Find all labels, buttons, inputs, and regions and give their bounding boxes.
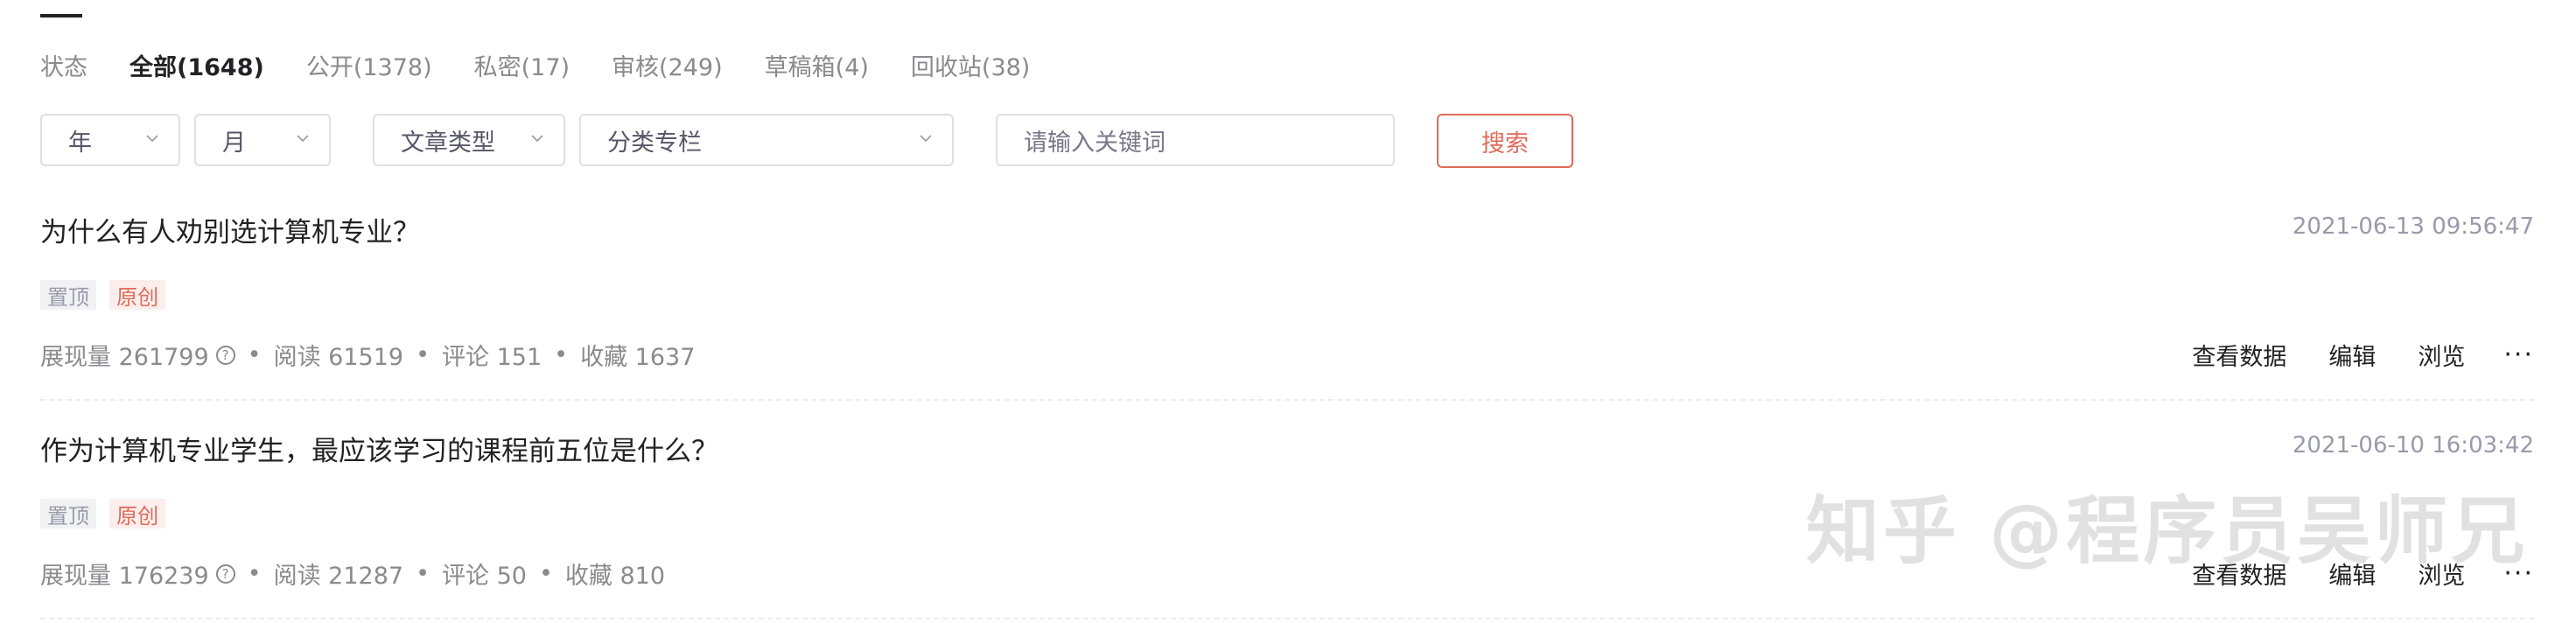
- status-tabs: 状态 全部(1648) 公开(1378) 私密(17) 审核(249) 草稿箱(…: [40, 48, 1072, 82]
- article-title[interactable]: 为什么有人劝别选计算机专业？: [40, 217, 420, 248]
- impressions-stat: 展现量 261799: [40, 344, 209, 371]
- chevron-down-icon: [531, 135, 543, 143]
- active-tab-indicator: [40, 14, 82, 18]
- favorites-stat: 收藏 1637: [580, 344, 696, 371]
- watermark: 知乎 @程序员吴师兄: [1806, 488, 2529, 574]
- tab-drafts[interactable]: 草稿箱(4): [765, 48, 869, 82]
- year-select-label: 年: [68, 129, 92, 157]
- keyword-placeholder: 请输入关键词: [1024, 129, 1166, 157]
- separator-dot: •: [416, 341, 430, 368]
- original-tag: 原创: [109, 280, 166, 310]
- original-tag: 原创: [109, 499, 166, 528]
- tab-status-label: 状态: [40, 53, 88, 81]
- reads-stat: 阅读 61519: [273, 344, 404, 371]
- reads-stat: 阅读 21287: [273, 563, 404, 590]
- comments-stat: 评论 151: [442, 344, 542, 371]
- separator-dot: •: [247, 341, 262, 368]
- month-select[interactable]: 月: [194, 114, 331, 166]
- browse-button[interactable]: 浏览: [2418, 338, 2465, 372]
- separator-dot: •: [247, 560, 262, 587]
- year-select[interactable]: 年: [40, 114, 180, 166]
- help-icon[interactable]: ?: [215, 564, 235, 584]
- search-button[interactable]: 搜索: [1437, 114, 1573, 168]
- article-type-label: 文章类型: [401, 129, 495, 157]
- comments-stat: 评论 50: [442, 563, 527, 590]
- tab-all[interactable]: 全部(1648): [130, 48, 264, 82]
- impressions-stat: 展现量 176239: [40, 563, 209, 590]
- article-tags: 置顶 原创: [40, 499, 174, 528]
- pinned-tag: 置顶: [40, 499, 96, 528]
- category-select[interactable]: 分类专栏: [579, 114, 954, 166]
- tab-public[interactable]: 公开(1378): [306, 48, 432, 82]
- article-actions: 查看数据 编辑 浏览 ···: [2150, 338, 2534, 372]
- row-divider: [40, 618, 2534, 620]
- article-date: 2021-06-13 09:56:47: [2292, 214, 2534, 240]
- article-date: 2021-06-10 16:03:42: [2292, 432, 2534, 458]
- tab-recycle-bin[interactable]: 回收站(38): [911, 48, 1030, 82]
- favorites-stat: 收藏 810: [564, 563, 666, 590]
- chevron-down-icon: [146, 135, 158, 143]
- separator-dot: •: [554, 341, 569, 368]
- separator-dot: •: [416, 560, 430, 587]
- separator-dot: •: [538, 560, 553, 587]
- view-data-button[interactable]: 查看数据: [2192, 338, 2286, 372]
- tab-review[interactable]: 审核(249): [612, 48, 723, 82]
- article-meta: 展现量 261799 ? • 阅读 61519 • 评论 151 • 收藏 16…: [40, 338, 2534, 373]
- article-title[interactable]: 作为计算机专业学生，最应该学习的课程前五位是什么？: [40, 436, 718, 467]
- more-options-icon[interactable]: ···: [2503, 340, 2534, 370]
- category-select-label: 分类专栏: [607, 129, 702, 157]
- article-row: 作为计算机专业学生，最应该学习的课程前五位是什么？ 2021-06-10 16:…: [40, 429, 2534, 467]
- chevron-down-icon: [297, 135, 309, 143]
- keyword-search-input[interactable]: 请输入关键词: [996, 114, 1395, 166]
- tab-private[interactable]: 私密(17): [474, 48, 570, 82]
- article-row: 为什么有人劝别选计算机专业？ 2021-06-13 09:56:47: [40, 210, 2534, 248]
- month-select-label: 月: [222, 129, 246, 157]
- article-type-select[interactable]: 文章类型: [373, 114, 565, 166]
- chevron-down-icon: [920, 135, 932, 143]
- help-icon[interactable]: ?: [215, 345, 235, 365]
- row-divider: [40, 399, 2534, 401]
- pinned-tag: 置顶: [40, 280, 96, 310]
- edit-button[interactable]: 编辑: [2328, 338, 2376, 372]
- article-tags: 置顶 原创: [40, 280, 174, 310]
